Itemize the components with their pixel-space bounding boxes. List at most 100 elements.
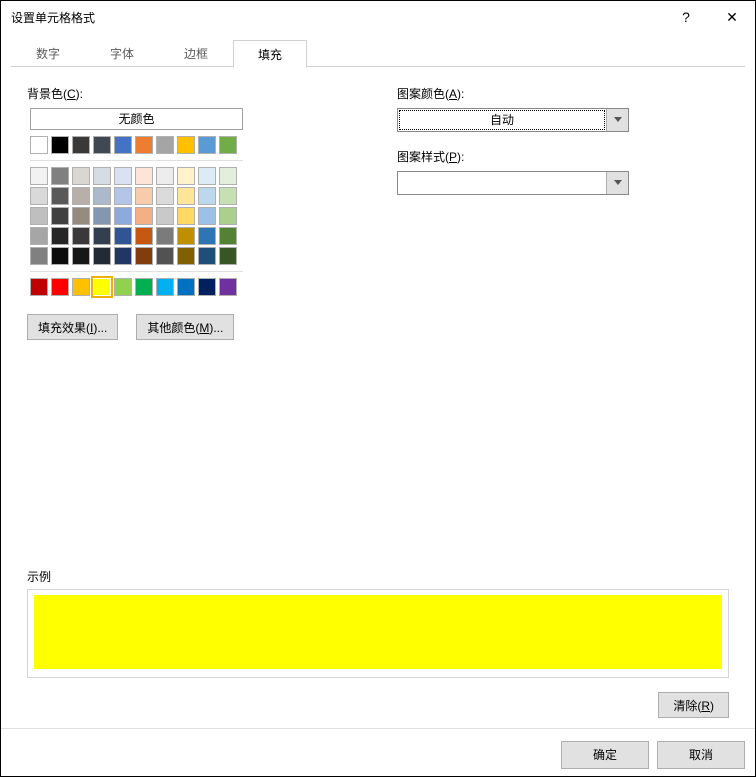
color-swatch[interactable]: [30, 227, 48, 245]
chevron-down-icon: [614, 117, 622, 123]
color-swatch[interactable]: [30, 278, 48, 296]
chevron-down-icon: [614, 180, 622, 186]
color-swatch[interactable]: [219, 136, 237, 154]
background-color-label: 背景色(C):: [27, 85, 277, 102]
no-color-button[interactable]: 无颜色: [30, 108, 243, 130]
color-swatch[interactable]: [114, 187, 132, 205]
sample-label: 示例: [27, 568, 729, 585]
color-swatch[interactable]: [72, 167, 90, 185]
color-swatch[interactable]: [114, 136, 132, 154]
color-swatch[interactable]: [198, 207, 216, 225]
tab-bar: 数字字体边框填充: [11, 39, 745, 67]
more-colors-button[interactable]: 其他颜色(M)...: [136, 314, 234, 340]
fill-effects-button[interactable]: 填充效果(I)...: [27, 314, 118, 340]
color-swatch[interactable]: [72, 227, 90, 245]
color-swatch[interactable]: [114, 207, 132, 225]
clear-button[interactable]: 清除(R): [658, 692, 729, 718]
color-swatch[interactable]: [114, 227, 132, 245]
palette-separator: [30, 271, 243, 272]
color-swatch[interactable]: [51, 227, 69, 245]
color-swatch[interactable]: [51, 278, 69, 296]
color-swatch[interactable]: [51, 207, 69, 225]
tab-1[interactable]: 字体: [85, 39, 159, 67]
color-swatch[interactable]: [30, 187, 48, 205]
color-swatch[interactable]: [156, 227, 174, 245]
ok-button[interactable]: 确定: [561, 741, 649, 769]
color-swatch[interactable]: [72, 278, 90, 296]
color-swatch[interactable]: [177, 227, 195, 245]
color-swatch[interactable]: [30, 207, 48, 225]
tab-2[interactable]: 边框: [159, 39, 233, 67]
color-swatch[interactable]: [51, 187, 69, 205]
color-swatch[interactable]: [135, 187, 153, 205]
color-swatch[interactable]: [30, 136, 48, 154]
pattern-color-value: 自动: [399, 110, 605, 130]
color-swatch[interactable]: [135, 207, 153, 225]
color-swatch[interactable]: [93, 227, 111, 245]
color-swatch[interactable]: [219, 227, 237, 245]
color-swatch[interactable]: [135, 167, 153, 185]
color-swatch[interactable]: [114, 167, 132, 185]
color-swatch[interactable]: [198, 227, 216, 245]
cancel-button[interactable]: 取消: [657, 741, 745, 769]
color-swatch[interactable]: [177, 167, 195, 185]
color-swatch[interactable]: [156, 187, 174, 205]
color-swatch[interactable]: [198, 278, 216, 296]
color-swatch[interactable]: [93, 187, 111, 205]
color-swatch[interactable]: [114, 278, 132, 296]
color-swatch[interactable]: [177, 278, 195, 296]
color-swatch[interactable]: [51, 167, 69, 185]
color-swatch[interactable]: [219, 167, 237, 185]
color-swatch[interactable]: [198, 187, 216, 205]
pattern-style-label: 图案样式(P):: [397, 148, 729, 165]
color-swatch[interactable]: [156, 136, 174, 154]
color-swatch[interactable]: [93, 247, 111, 265]
color-swatch[interactable]: [156, 278, 174, 296]
color-swatch[interactable]: [51, 136, 69, 154]
color-swatch[interactable]: [30, 167, 48, 185]
tab-3[interactable]: 填充: [233, 40, 307, 68]
color-swatch[interactable]: [177, 207, 195, 225]
color-swatch[interactable]: [177, 187, 195, 205]
pattern-style-dropdown-button[interactable]: [606, 172, 628, 194]
color-swatch[interactable]: [72, 247, 90, 265]
color-swatch[interactable]: [72, 136, 90, 154]
color-swatch[interactable]: [177, 136, 195, 154]
color-swatch[interactable]: [198, 136, 216, 154]
palette-separator: [30, 160, 243, 161]
color-swatch[interactable]: [219, 207, 237, 225]
color-swatch[interactable]: [219, 247, 237, 265]
pattern-color-combo[interactable]: 自动: [397, 108, 629, 132]
color-swatch[interactable]: [93, 167, 111, 185]
color-swatch[interactable]: [177, 247, 195, 265]
sample-preview: [34, 595, 722, 669]
color-swatch[interactable]: [93, 207, 111, 225]
color-palette-main: [30, 136, 277, 154]
color-swatch[interactable]: [135, 278, 153, 296]
color-swatch[interactable]: [219, 278, 237, 296]
window-title: 设置单元格格式: [11, 9, 663, 26]
color-swatch[interactable]: [135, 136, 153, 154]
close-button[interactable]: ✕: [709, 1, 755, 33]
color-swatch[interactable]: [93, 136, 111, 154]
help-button[interactable]: ?: [663, 1, 709, 33]
color-swatch[interactable]: [114, 247, 132, 265]
color-swatch[interactable]: [156, 167, 174, 185]
color-swatch[interactable]: [30, 247, 48, 265]
sample-frame: [27, 589, 729, 678]
color-swatch[interactable]: [156, 247, 174, 265]
pattern-style-combo[interactable]: [397, 171, 629, 195]
color-swatch[interactable]: [51, 247, 69, 265]
color-swatch[interactable]: [219, 187, 237, 205]
tab-0[interactable]: 数字: [11, 39, 85, 67]
color-swatch[interactable]: [72, 207, 90, 225]
color-swatch[interactable]: [198, 247, 216, 265]
color-swatch[interactable]: [135, 227, 153, 245]
pattern-color-label: 图案颜色(A):: [397, 85, 729, 102]
color-swatch[interactable]: [72, 187, 90, 205]
color-swatch[interactable]: [135, 247, 153, 265]
pattern-color-dropdown-button[interactable]: [606, 109, 628, 131]
color-swatch[interactable]: [93, 278, 111, 296]
color-swatch[interactable]: [156, 207, 174, 225]
color-swatch[interactable]: [198, 167, 216, 185]
